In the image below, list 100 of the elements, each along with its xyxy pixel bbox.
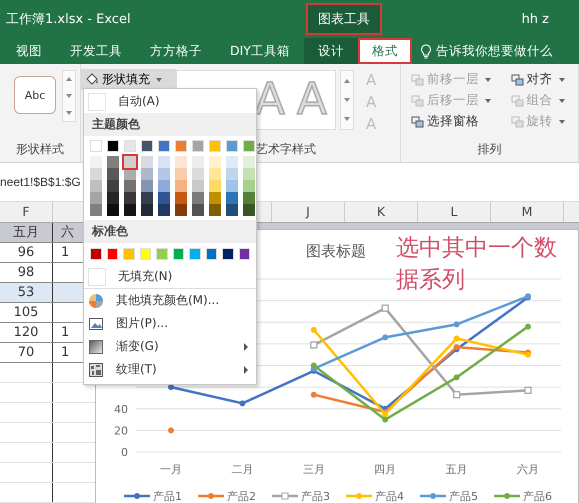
- color-swatch[interactable]: [189, 248, 200, 260]
- color-swatch[interactable]: [209, 204, 221, 216]
- color-swatch[interactable]: [192, 168, 204, 180]
- color-swatch[interactable]: [107, 156, 119, 168]
- color-swatch[interactable]: [175, 156, 187, 168]
- color-swatch[interactable]: [243, 140, 255, 152]
- color-swatch[interactable]: [158, 168, 170, 180]
- color-swatch[interactable]: [226, 168, 238, 180]
- color-swatch[interactable]: [90, 140, 102, 152]
- name-box[interactable]: neet1!$B$1:$G: [0, 175, 81, 189]
- color-swatch[interactable]: [140, 248, 151, 260]
- menu-item[interactable]: 其他填充颜色(M)...: [84, 288, 256, 312]
- point: [310, 392, 317, 398]
- color-swatch[interactable]: [90, 180, 102, 192]
- shape-style-sample[interactable]: Abc: [14, 76, 56, 114]
- color-swatch[interactable]: [90, 168, 102, 180]
- data-series-line[interactable]: [310, 304, 532, 398]
- color-swatch[interactable]: [158, 180, 170, 192]
- color-swatch[interactable]: [243, 180, 255, 192]
- color-swatch[interactable]: [209, 156, 221, 168]
- color-swatch[interactable]: [141, 156, 153, 168]
- color-swatch[interactable]: [243, 156, 255, 168]
- color-swatch[interactable]: [124, 140, 136, 152]
- ribbon-tab[interactable]: 格式: [358, 38, 412, 64]
- point: [454, 374, 460, 380]
- color-swatch[interactable]: [226, 156, 238, 168]
- ribbon-tab[interactable]: 设计: [304, 38, 358, 64]
- color-swatch[interactable]: [226, 180, 238, 192]
- color-swatch[interactable]: [175, 192, 187, 204]
- color-swatch[interactable]: [90, 156, 102, 168]
- color-swatch[interactable]: [172, 248, 184, 260]
- arrange-button[interactable]: 对齐: [508, 70, 574, 89]
- column-header[interactable]: K: [345, 202, 418, 222]
- column-header[interactable]: L: [418, 202, 491, 222]
- chart-title[interactable]: 图表标题: [306, 242, 366, 261]
- color-swatch[interactable]: [209, 168, 221, 180]
- gallery-scrollbar[interactable]: [340, 70, 354, 130]
- color-swatch[interactable]: [124, 180, 136, 192]
- shape-fill-button[interactable]: 形状填充: [81, 69, 176, 90]
- color-swatch[interactable]: [141, 192, 153, 204]
- layers-icon: [411, 74, 424, 86]
- color-swatch[interactable]: [141, 140, 153, 152]
- color-swatch[interactable]: [243, 204, 255, 216]
- color-swatch[interactable]: [90, 248, 102, 260]
- tell-me-search[interactable]: 告诉我你想要做什么: [436, 42, 553, 60]
- color-swatch[interactable]: [107, 192, 119, 204]
- color-swatch[interactable]: [90, 204, 102, 216]
- ribbon-tab[interactable]: DIY工具箱: [216, 38, 304, 64]
- color-swatch[interactable]: [158, 140, 170, 152]
- color-swatch[interactable]: [124, 192, 136, 204]
- column-header[interactable]: M: [491, 202, 564, 222]
- color-swatch[interactable]: [192, 192, 204, 204]
- color-swatch[interactable]: [209, 192, 221, 204]
- color-swatch[interactable]: [107, 180, 119, 192]
- menu-item[interactable]: 自动(A): [84, 90, 256, 113]
- color-swatch[interactable]: [124, 204, 136, 216]
- color-swatch[interactable]: [209, 180, 221, 192]
- arrange-button[interactable]: 选择窗格: [409, 112, 500, 131]
- color-swatch[interactable]: [192, 140, 204, 152]
- color-swatch[interactable]: [141, 204, 153, 216]
- color-swatch[interactable]: [141, 168, 153, 180]
- ribbon-tab[interactable]: 视图: [2, 38, 56, 64]
- color-swatch[interactable]: [124, 156, 136, 168]
- ribbon-tab[interactable]: 方方格子: [136, 38, 216, 64]
- color-swatch[interactable]: [175, 204, 187, 216]
- color-swatch[interactable]: [238, 248, 250, 260]
- column-header[interactable]: F: [0, 202, 53, 222]
- color-swatch[interactable]: [226, 140, 238, 152]
- color-swatch[interactable]: [206, 248, 217, 260]
- color-swatch[interactable]: [158, 156, 170, 168]
- color-swatch[interactable]: [175, 180, 187, 192]
- color-swatch[interactable]: [123, 248, 134, 260]
- gallery-scrollbar[interactable]: [62, 70, 76, 122]
- color-swatch[interactable]: [175, 140, 187, 152]
- axis-label: 六月: [517, 463, 539, 476]
- data-series-line[interactable]: [168, 344, 531, 434]
- color-swatch[interactable]: [226, 204, 238, 216]
- color-swatch[interactable]: [107, 140, 119, 152]
- layers-icon: [510, 116, 524, 128]
- color-swatch[interactable]: [243, 168, 255, 180]
- ribbon-tab[interactable]: 开发工具: [56, 38, 136, 64]
- color-swatch[interactable]: [192, 204, 204, 216]
- color-swatch[interactable]: [107, 204, 119, 216]
- color-swatch[interactable]: [192, 180, 204, 192]
- column-header[interactable]: J: [272, 202, 345, 222]
- color-swatch[interactable]: [226, 192, 238, 204]
- color-swatch[interactable]: [243, 192, 255, 204]
- color-swatch[interactable]: [156, 248, 168, 260]
- color-swatch[interactable]: [141, 180, 153, 192]
- color-swatch[interactable]: [106, 248, 118, 260]
- point: [525, 324, 531, 330]
- color-swatch[interactable]: [158, 204, 170, 216]
- color-swatch[interactable]: [90, 192, 102, 204]
- color-swatch[interactable]: [107, 168, 119, 180]
- color-swatch[interactable]: [222, 248, 234, 260]
- color-swatch[interactable]: [192, 156, 204, 168]
- data-series-line[interactable]: [310, 293, 531, 372]
- color-swatch[interactable]: [158, 192, 170, 204]
- color-swatch[interactable]: [209, 140, 221, 152]
- color-swatch[interactable]: [175, 168, 187, 180]
